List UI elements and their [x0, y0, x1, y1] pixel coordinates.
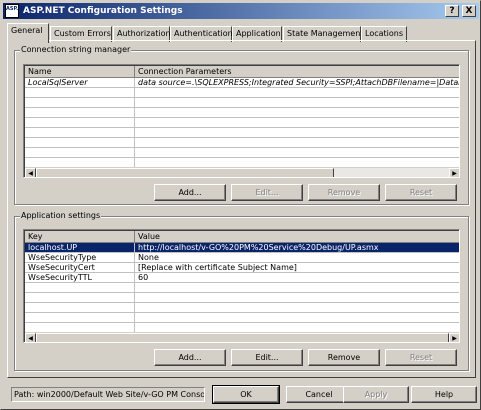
connection-edit-button[interactable]: Edit... [231, 184, 303, 201]
empty-cell [135, 138, 459, 148]
scrollbar-thumb[interactable] [36, 168, 334, 177]
application-settings-group: Application settings Key Value localhost… [14, 211, 469, 371]
appsettings-add-button[interactable]: Add... [154, 349, 226, 366]
scroll-right-icon[interactable]: ▶ [449, 168, 459, 177]
connection-remove-button[interactable]: Remove [308, 184, 380, 201]
empty-cell [25, 303, 135, 313]
empty-cell [25, 118, 135, 128]
empty-cell [135, 118, 459, 128]
setting-key-cell[interactable]: WseSecurityCert [25, 263, 135, 273]
application-settings-grid[interactable]: Key Value localhost.UP http://localhost/… [23, 229, 460, 343]
appsettings-remove-button[interactable]: Remove [308, 349, 380, 366]
appsettings-group-label: Application settings [20, 211, 102, 221]
column-header-value[interactable]: Value [135, 231, 459, 243]
table-row [25, 283, 459, 293]
setting-value-cell[interactable]: None [135, 253, 459, 263]
setting-value-cell[interactable]: http://localhost/v-GO%20PM%20Service%20D… [135, 243, 459, 253]
empty-cell [135, 283, 459, 293]
window-title: ASP.NET Configuration Settings [23, 6, 183, 16]
table-row [25, 303, 459, 313]
empty-cell [135, 293, 459, 303]
table-row [25, 118, 459, 128]
empty-cell [25, 88, 135, 98]
title-bar[interactable]: ASP.NET ASP.NET Configuration Settings ?… [3, 3, 479, 19]
empty-cell [135, 128, 459, 138]
scrollbar-thumb[interactable] [36, 333, 449, 342]
path-status: Path: win2000/Default Web Site/v-GO PM C… [11, 387, 205, 402]
empty-cell [25, 283, 135, 293]
setting-key-cell[interactable]: WseSecurityTTL [25, 273, 135, 283]
empty-cell [25, 293, 135, 303]
general-tab-panel: Connection string manager Name Connectio… [7, 40, 476, 378]
scroll-left-icon[interactable]: ◀ [25, 168, 36, 177]
table-row-selected[interactable]: localhost.UP http://localhost/v-GO%20PM%… [25, 243, 459, 253]
table-row [25, 138, 459, 148]
empty-cell [25, 98, 135, 108]
scroll-left-icon[interactable]: ◀ [25, 333, 36, 342]
column-header-name[interactable]: Name [25, 66, 135, 78]
empty-cell [135, 148, 459, 158]
table-row [25, 98, 459, 108]
empty-cell [25, 108, 135, 118]
empty-cell [135, 88, 459, 98]
table-row [25, 313, 459, 323]
connection-add-button[interactable]: Add... [154, 184, 226, 201]
empty-cell [135, 313, 459, 323]
close-button[interactable]: X [462, 5, 476, 17]
empty-cell [25, 138, 135, 148]
connection-string-grid[interactable]: Name Connection Parameters LocalSqlServe… [23, 64, 460, 178]
aspnet-app-icon: ASP.NET [5, 4, 29, 18]
tab-general[interactable]: General [7, 23, 49, 43]
horizontal-scrollbar[interactable]: ◀ ▶ [25, 167, 459, 177]
table-row[interactable]: WseSecurityTTL 60 [25, 273, 459, 283]
help-button[interactable]: Help [411, 386, 477, 403]
connection-group-label: Connection string manager [20, 45, 132, 55]
setting-key-cell[interactable]: localhost.UP [25, 243, 135, 253]
apply-button[interactable]: Apply [343, 386, 409, 403]
table-row[interactable]: WseSecurityType None [25, 253, 459, 263]
table-row [25, 108, 459, 118]
empty-cell [135, 98, 459, 108]
setting-key-cell[interactable]: WseSecurityType [25, 253, 135, 263]
setting-value-cell[interactable]: 60 [135, 273, 459, 283]
table-row[interactable]: LocalSqlServer data source=.\SQLEXPRESS;… [25, 78, 459, 88]
empty-cell [25, 148, 135, 158]
ok-button[interactable]: OK [212, 385, 280, 404]
connection-name-cell[interactable]: LocalSqlServer [25, 78, 135, 88]
connection-parameters-cell[interactable]: data source=.\SQLEXPRESS;Integrated Secu… [135, 78, 459, 88]
horizontal-scrollbar[interactable]: ◀ ▶ [25, 332, 459, 342]
empty-cell [135, 108, 459, 118]
column-header-connection-parameters[interactable]: Connection Parameters [135, 66, 459, 78]
table-row[interactable]: WseSecurityCert [Replace with certificat… [25, 263, 459, 273]
table-row [25, 148, 459, 158]
setting-value-cell[interactable]: [Replace with certificate Subject Name] [135, 263, 459, 273]
help-title-button[interactable]: ? [445, 5, 459, 17]
empty-cell [25, 128, 135, 138]
empty-cell [25, 313, 135, 323]
dialog-window: ASP.NET ASP.NET Configuration Settings ?… [0, 0, 481, 410]
connection-reset-button[interactable]: Reset [385, 184, 457, 201]
column-header-key[interactable]: Key [25, 231, 135, 243]
table-row [25, 128, 459, 138]
connection-string-group: Connection string manager Name Connectio… [14, 45, 469, 205]
table-row [25, 88, 459, 98]
empty-cell [135, 303, 459, 313]
appsettings-edit-button[interactable]: Edit... [231, 349, 303, 366]
scroll-right-icon[interactable]: ▶ [449, 333, 459, 342]
table-row [25, 293, 459, 303]
appsettings-reset-button[interactable]: Reset [385, 349, 457, 366]
